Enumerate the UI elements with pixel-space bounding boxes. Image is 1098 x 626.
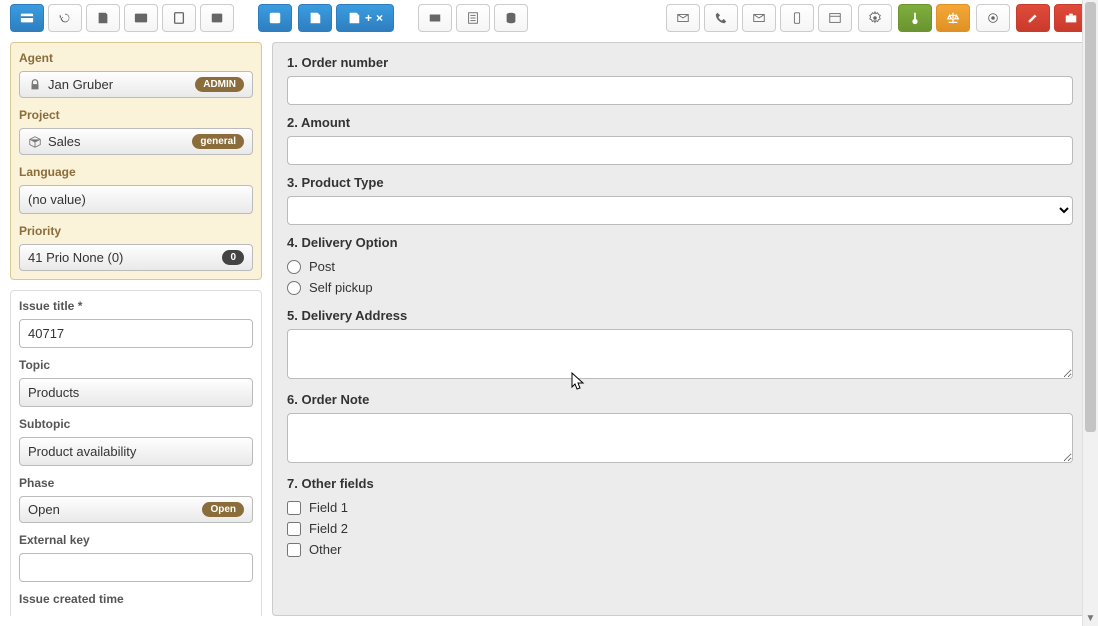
other-other-check[interactable] <box>287 543 301 557</box>
subtopic-label: Subtopic <box>19 417 253 431</box>
issuetitle-input[interactable] <box>19 319 253 348</box>
window-button[interactable] <box>818 4 852 32</box>
phone-button[interactable] <box>704 4 738 32</box>
language-label: Language <box>19 165 253 179</box>
product-type-select[interactable] <box>287 196 1073 225</box>
phase-value: Open <box>28 502 60 517</box>
priority-value: 41 Prio None (0) <box>28 250 123 265</box>
agent-value: Jan Gruber <box>48 77 113 92</box>
project-label: Project <box>19 108 253 122</box>
form-panel: 1. Order number 2. Amount 3. Product Typ… <box>272 42 1088 616</box>
main-form-area: 1. Order number 2. Amount 3. Product Typ… <box>272 42 1088 616</box>
other-field1-row[interactable]: Field 1 <box>287 497 1073 518</box>
database-button[interactable] <box>494 4 528 32</box>
subtopic-field[interactable]: Product availability <box>19 437 253 466</box>
f5-label: 5. Delivery Address <box>287 308 1073 323</box>
delivery-self-label: Self pickup <box>309 280 373 295</box>
language-value: (no value) <box>28 192 86 207</box>
sidebar: Agent Jan Gruber ADMIN Project Sales gen… <box>10 42 262 616</box>
save-close-button[interactable]: + × <box>336 4 394 32</box>
other-other-label: Other <box>309 542 342 557</box>
delivery-self-radio-row[interactable]: Self pickup <box>287 277 1073 298</box>
subtopic-value: Product availability <box>28 444 136 459</box>
idcard-button[interactable] <box>124 4 158 32</box>
language-field[interactable]: (no value) <box>19 185 253 214</box>
check-button[interactable] <box>258 4 292 32</box>
scrollbar-thumb[interactable] <box>1085 2 1096 432</box>
edit-button[interactable] <box>1016 4 1050 32</box>
view-list-button[interactable] <box>456 4 490 32</box>
f6-label: 6. Order Note <box>287 392 1073 407</box>
project-field[interactable]: Sales general <box>19 128 253 155</box>
lock-icon <box>28 78 42 92</box>
priority-field[interactable]: 41 Prio None (0) 0 <box>19 244 253 271</box>
card-button[interactable] <box>10 4 44 32</box>
agent-field[interactable]: Jan Gruber ADMIN <box>19 71 253 98</box>
delivery-post-radio-row[interactable]: Post <box>287 256 1073 277</box>
agent-label: Agent <box>19 51 253 65</box>
amount-input[interactable] <box>287 136 1073 165</box>
other-field1-label: Field 1 <box>309 500 348 515</box>
topic-value: Products <box>28 385 79 400</box>
delivery-self-radio[interactable] <box>287 281 301 295</box>
doc-button[interactable] <box>162 4 196 32</box>
other-field1-check[interactable] <box>287 501 301 515</box>
order-note-textarea[interactable] <box>287 413 1073 463</box>
f2-label: 2. Amount <box>287 115 1073 130</box>
f7-label: 7. Other fields <box>287 476 1073 491</box>
f4-label: 4. Delivery Option <box>287 235 1073 250</box>
priority-badge: 0 <box>222 250 244 265</box>
externalkey-label: External key <box>19 533 253 547</box>
view-card-button[interactable] <box>418 4 452 32</box>
delivery-post-label: Post <box>309 259 335 274</box>
panel-context: Agent Jan Gruber ADMIN Project Sales gen… <box>10 42 262 280</box>
priority-label: Priority <box>19 224 253 238</box>
project-value: Sales <box>48 134 81 149</box>
issuecreated-label: Issue created time <box>19 592 253 606</box>
page-scrollbar[interactable]: ▼ <box>1082 0 1098 626</box>
thermo-button[interactable] <box>898 4 932 32</box>
panel-issue: Issue title * Topic Products Subtopic Pr… <box>10 290 262 616</box>
contacts-button[interactable] <box>200 4 234 32</box>
target-button[interactable] <box>976 4 1010 32</box>
other-field2-row[interactable]: Field 2 <box>287 518 1073 539</box>
externalkey-input[interactable] <box>19 553 253 582</box>
note-button[interactable] <box>86 4 120 32</box>
agent-badge: ADMIN <box>195 77 244 92</box>
issuetitle-label: Issue title * <box>19 299 253 313</box>
inbox-button[interactable] <box>742 4 776 32</box>
gear-button[interactable] <box>858 4 892 32</box>
phase-field[interactable]: Open Open <box>19 496 253 523</box>
other-other-row[interactable]: Other <box>287 539 1073 560</box>
top-toolbar: + × <box>0 0 1098 42</box>
delivery-post-radio[interactable] <box>287 260 301 274</box>
cube-icon <box>28 135 42 149</box>
delivery-address-textarea[interactable] <box>287 329 1073 379</box>
mobile-button[interactable] <box>780 4 814 32</box>
project-badge: general <box>192 134 244 149</box>
phase-label: Phase <box>19 476 253 490</box>
history-button[interactable] <box>48 4 82 32</box>
other-field2-check[interactable] <box>287 522 301 536</box>
save-button[interactable] <box>298 4 332 32</box>
mail-button[interactable] <box>666 4 700 32</box>
save-close-x: × <box>376 11 383 25</box>
other-field2-label: Field 2 <box>309 521 348 536</box>
scrollbar-down-arrow[interactable]: ▼ <box>1083 610 1098 626</box>
f1-label: 1. Order number <box>287 55 1073 70</box>
topic-field[interactable]: Products <box>19 378 253 407</box>
save-close-plus: + <box>365 11 372 25</box>
order-number-input[interactable] <box>287 76 1073 105</box>
f3-label: 3. Product Type <box>287 175 1073 190</box>
topic-label: Topic <box>19 358 253 372</box>
balance-button[interactable] <box>936 4 970 32</box>
phase-badge: Open <box>202 502 244 517</box>
